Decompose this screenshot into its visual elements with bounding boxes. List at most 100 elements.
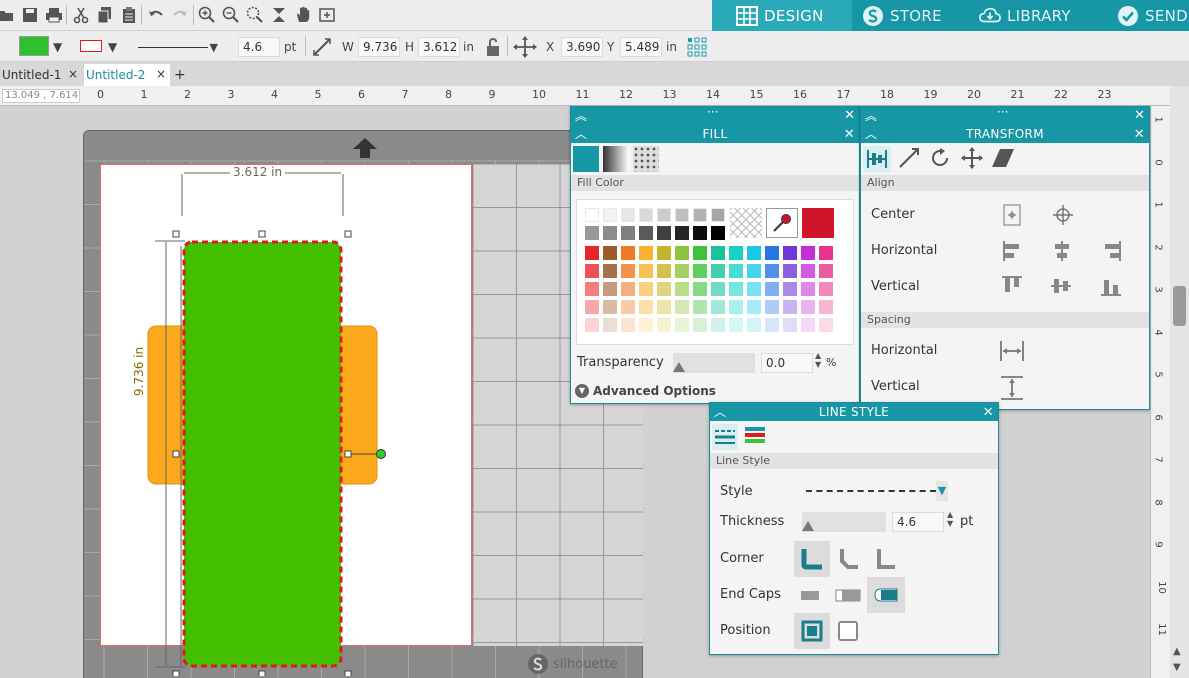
color-swatch[interactable] (783, 282, 797, 296)
dash-style-select[interactable]: ▼ (806, 481, 950, 501)
color-swatch[interactable] (657, 264, 671, 278)
print-icon[interactable] (44, 5, 64, 25)
paste-icon[interactable] (119, 5, 139, 25)
color-swatch[interactable] (585, 282, 599, 296)
fit-to-page-icon[interactable] (269, 5, 289, 25)
color-swatch[interactable] (819, 264, 833, 278)
width-value[interactable]: 9.736 (358, 37, 400, 57)
advanced-options-toggle[interactable]: ▼ Advanced Options (575, 384, 716, 398)
eyedropper-icon[interactable] (766, 208, 798, 238)
color-swatch[interactable] (711, 300, 725, 314)
stepper-icon[interactable]: ▲ ▼ (815, 351, 821, 369)
color-swatch[interactable] (747, 264, 761, 278)
color-swatch[interactable] (711, 226, 725, 240)
color-swatch[interactable] (675, 226, 689, 240)
color-swatch[interactable] (657, 246, 671, 260)
nav-store[interactable]: STORE (862, 0, 942, 31)
thickness-field[interactable]: 4.6 (892, 512, 944, 532)
tab-untitled-2[interactable]: Untitled-2 × (84, 64, 170, 86)
double-chevron-up-icon[interactable]: ︽ (575, 107, 587, 124)
space-horizontal-icon[interactable] (999, 339, 1025, 366)
position-center-button[interactable] (794, 613, 830, 649)
redo-icon[interactable] (170, 5, 190, 25)
color-swatch[interactable] (603, 246, 617, 260)
undo-icon[interactable] (146, 5, 166, 25)
scale-tab-icon[interactable] (897, 146, 921, 173)
color-swatch[interactable] (639, 300, 653, 314)
width-field[interactable]: 9.736 (358, 36, 400, 58)
vertical-scrollbar[interactable]: ▲ ▼ (1170, 86, 1189, 678)
corner-miter-button[interactable] (867, 541, 903, 577)
solid-fill-tab[interactable] (573, 146, 599, 172)
color-swatch[interactable] (675, 300, 689, 314)
pan-hand-icon[interactable] (293, 5, 313, 25)
close-icon[interactable]: × (156, 67, 166, 81)
color-swatch[interactable] (819, 246, 833, 260)
color-swatch[interactable] (765, 264, 779, 278)
line-style-panel-title[interactable]: ︿ LINE STYLE ✕ (710, 403, 998, 421)
green-rectangle[interactable] (182, 240, 343, 668)
color-swatch[interactable] (639, 318, 653, 332)
color-swatch[interactable] (621, 300, 635, 314)
space-vertical-icon[interactable] (999, 375, 1025, 404)
color-swatch[interactable] (621, 226, 635, 240)
chevron-up-icon[interactable]: ︿ (865, 125, 877, 143)
move-tab-icon[interactable] (960, 146, 984, 173)
open-icon[interactable] (0, 5, 16, 25)
add-page-icon[interactable] (317, 5, 337, 25)
thickness-slider[interactable] (802, 512, 886, 532)
color-swatch[interactable] (639, 282, 653, 296)
color-swatch[interactable] (675, 208, 689, 222)
color-swatch[interactable] (801, 318, 815, 332)
color-swatch[interactable] (801, 300, 815, 314)
no-color-swatch[interactable] (730, 208, 762, 238)
align-left-icon[interactable] (1003, 240, 1023, 265)
height-field[interactable]: 3.612 (418, 36, 460, 58)
color-swatch[interactable] (765, 318, 779, 332)
gradient-fill-tab[interactable] (603, 146, 629, 172)
color-swatch[interactable] (801, 246, 815, 260)
add-tab-button[interactable]: + (172, 64, 190, 86)
lock-aspect-icon[interactable] (484, 36, 502, 58)
color-swatch[interactable] (639, 208, 653, 222)
design-objects[interactable] (100, 156, 500, 676)
slider-handle[interactable] (673, 362, 685, 372)
color-swatch[interactable] (693, 300, 707, 314)
color-swatch[interactable] (711, 246, 725, 260)
color-swatch[interactable] (711, 208, 725, 222)
panel-drag-handle[interactable]: ︽ ··· ✕ (571, 105, 859, 125)
color-swatch[interactable] (657, 208, 671, 222)
color-swatch[interactable] (621, 318, 635, 332)
line-thickness-value[interactable]: 4.6 (238, 37, 280, 57)
color-swatch[interactable] (693, 246, 707, 260)
center-objects-icon[interactable] (1052, 204, 1074, 229)
zoom-select-icon[interactable] (245, 5, 265, 25)
color-swatch[interactable] (711, 318, 725, 332)
color-swatch[interactable] (693, 208, 707, 222)
color-swatch[interactable] (801, 282, 815, 296)
stepper-icon[interactable]: ▲ ▼ (947, 510, 953, 528)
close-icon[interactable]: ✕ (844, 126, 855, 144)
rotate-tab-icon[interactable] (928, 146, 952, 173)
color-swatch[interactable] (729, 300, 743, 314)
shear-tab-icon[interactable] (992, 146, 1016, 173)
color-swatch[interactable] (621, 264, 635, 278)
color-swatch[interactable] (621, 208, 635, 222)
color-swatch[interactable] (585, 246, 599, 260)
color-swatch[interactable] (765, 300, 779, 314)
color-swatch[interactable] (819, 300, 833, 314)
nav-library[interactable]: LIBRARY (979, 0, 1071, 31)
color-swatch[interactable] (675, 264, 689, 278)
color-swatch[interactable] (585, 208, 599, 222)
color-swatch[interactable] (747, 300, 761, 314)
color-swatch[interactable] (657, 282, 671, 296)
color-swatch[interactable] (783, 318, 797, 332)
color-swatch[interactable] (621, 282, 635, 296)
align-bottom-icon[interactable] (1100, 276, 1122, 299)
color-swatch[interactable] (603, 300, 617, 314)
color-swatch[interactable] (675, 282, 689, 296)
color-swatch[interactable] (675, 246, 689, 260)
scroll-up-icon[interactable]: ▲ (1173, 646, 1181, 657)
color-swatch[interactable] (657, 226, 671, 240)
rotation-handle[interactable] (376, 449, 386, 459)
